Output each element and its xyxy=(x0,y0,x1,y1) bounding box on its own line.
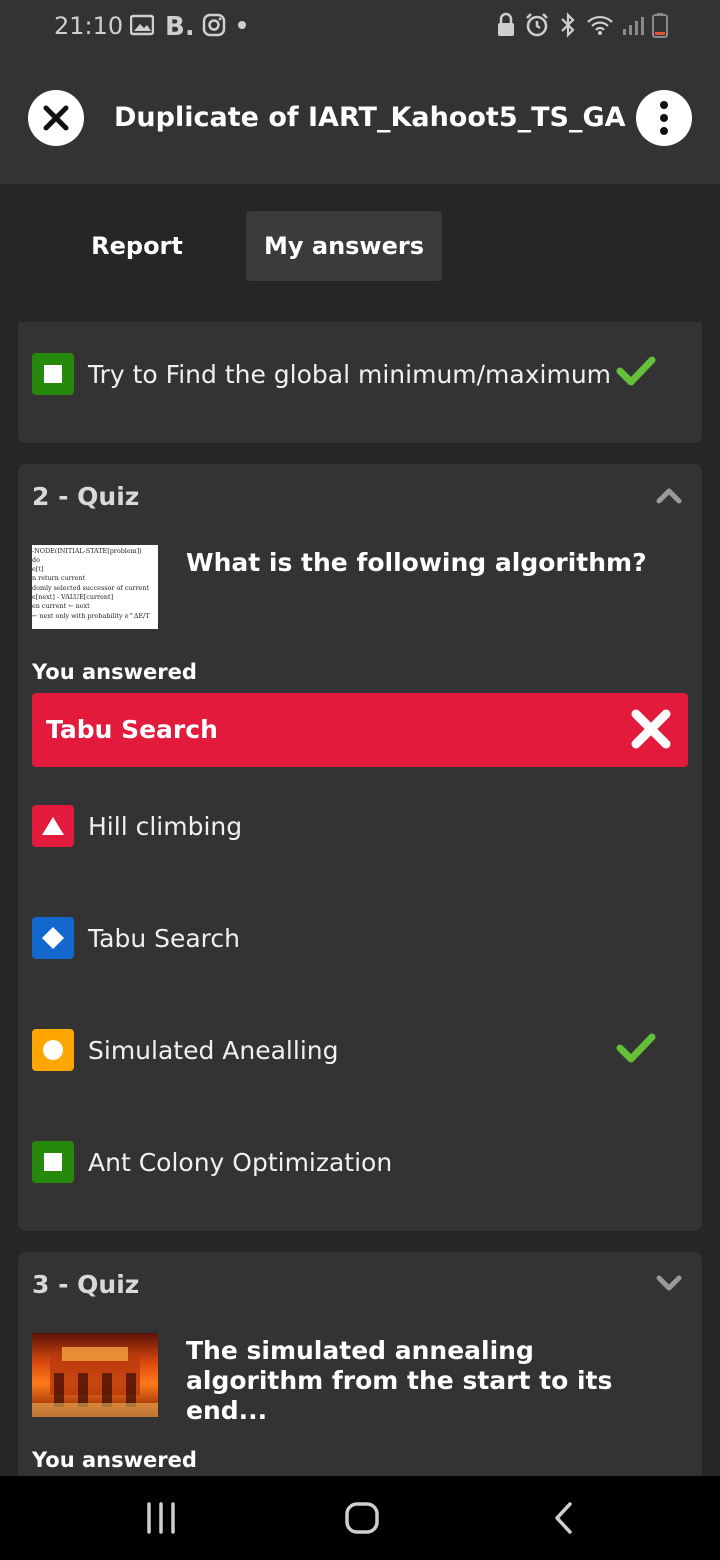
option-label: Hill climbing xyxy=(88,811,243,841)
answer-option: Tabu Search xyxy=(32,917,240,959)
option-label: Try to Find the global minimum/maximum xyxy=(88,359,612,389)
status-bar: 21:10 B. xyxy=(0,0,720,56)
thumbnail-line: n return current xyxy=(32,574,86,582)
b-app-icon: B. xyxy=(165,12,192,38)
question-card-3: 3 - Quiz The simulated annealing algorit… xyxy=(18,1252,702,1512)
square-shape-icon xyxy=(32,353,74,395)
wifi-icon xyxy=(587,15,613,35)
thumbnail-line: do xyxy=(32,556,40,564)
dot-icon xyxy=(238,21,246,29)
chevron-down-icon[interactable] xyxy=(656,1274,682,1292)
more-vertical-icon xyxy=(660,101,668,135)
chevron-up-icon[interactable] xyxy=(656,486,682,504)
navigation-bar xyxy=(0,1476,720,1560)
home-icon[interactable] xyxy=(344,1498,380,1538)
square-shape-icon xyxy=(32,1141,74,1183)
thumbnail-line: e[t] xyxy=(32,565,43,573)
answer-option: Hill climbing xyxy=(32,805,242,847)
status-right-icons xyxy=(496,12,668,38)
bluetooth-icon xyxy=(561,12,575,38)
option-label: Tabu Search xyxy=(88,923,241,953)
svg-text:B.: B. xyxy=(165,12,192,38)
question-title: 2 - Quiz xyxy=(32,482,140,511)
question-card-2: 2 - Quiz -NODE(INITIAL-STATE[problem]) d… xyxy=(18,464,702,1231)
instagram-icon xyxy=(202,13,226,37)
question-card-1: Try to Find the global minimum/maximum xyxy=(18,322,702,443)
correct-check-icon xyxy=(616,356,656,386)
close-button[interactable] xyxy=(28,90,84,146)
correct-check-icon xyxy=(616,1033,656,1063)
alarm-icon xyxy=(526,13,548,37)
thumbnail-line: domly selected successor of current xyxy=(32,584,149,592)
question-image: -NODE(INITIAL-STATE[problem]) do e[t] n … xyxy=(32,545,158,629)
option-label: Ant Colony Optimization xyxy=(88,1147,393,1177)
close-icon xyxy=(43,105,69,131)
lock-icon xyxy=(498,12,514,36)
signal-icon xyxy=(623,17,644,35)
app-header: Duplicate of IART_Kahoot5_TS_GA xyxy=(0,56,720,184)
you-answered-label: You answered xyxy=(32,1448,197,1472)
page-title: Duplicate of IART_Kahoot5_TS_GA xyxy=(114,102,626,133)
you-answered-label: You answered xyxy=(32,660,197,684)
more-options-button[interactable] xyxy=(636,90,692,146)
thumbnail-line: -NODE(INITIAL-STATE[problem]) xyxy=(32,547,142,555)
recent-apps-icon[interactable] xyxy=(146,1498,176,1538)
diamond-shape-icon xyxy=(32,917,74,959)
user-answer-text: Tabu Search xyxy=(46,715,218,744)
battery-icon xyxy=(652,13,668,38)
question-image xyxy=(32,1333,158,1417)
thumbnail-line: ← next only with probability e^ΔE/T xyxy=(32,612,150,620)
tab-report[interactable]: Report xyxy=(64,211,210,281)
status-time: 21:10 xyxy=(54,12,124,40)
gallery-icon xyxy=(130,14,154,36)
answer-option: Simulated Anealling xyxy=(32,1029,338,1071)
thumbnail-line: en current ← next xyxy=(32,602,90,610)
tab-my-answers[interactable]: My answers xyxy=(246,211,442,281)
circle-shape-icon xyxy=(32,1029,74,1071)
thumbnail-line: e[next] - VALUE[current] xyxy=(32,593,113,601)
question-title: 3 - Quiz xyxy=(32,1270,140,1299)
answer-option: Ant Colony Optimization xyxy=(32,1141,392,1183)
tab-bar: Report My answers xyxy=(0,184,720,304)
triangle-shape-icon xyxy=(32,805,74,847)
option-label: Simulated Anealling xyxy=(88,1035,339,1065)
wrong-x-icon xyxy=(631,709,671,749)
question-text: The simulated annealing algorithm from t… xyxy=(186,1336,613,1425)
question-text: What is the following algorithm? xyxy=(186,548,647,577)
user-answer: Tabu Search xyxy=(32,693,688,767)
back-icon[interactable] xyxy=(552,1498,576,1538)
status-left-icons: B. xyxy=(130,12,248,38)
answer-option: Try to Find the global minimum/maximum xyxy=(32,353,611,395)
